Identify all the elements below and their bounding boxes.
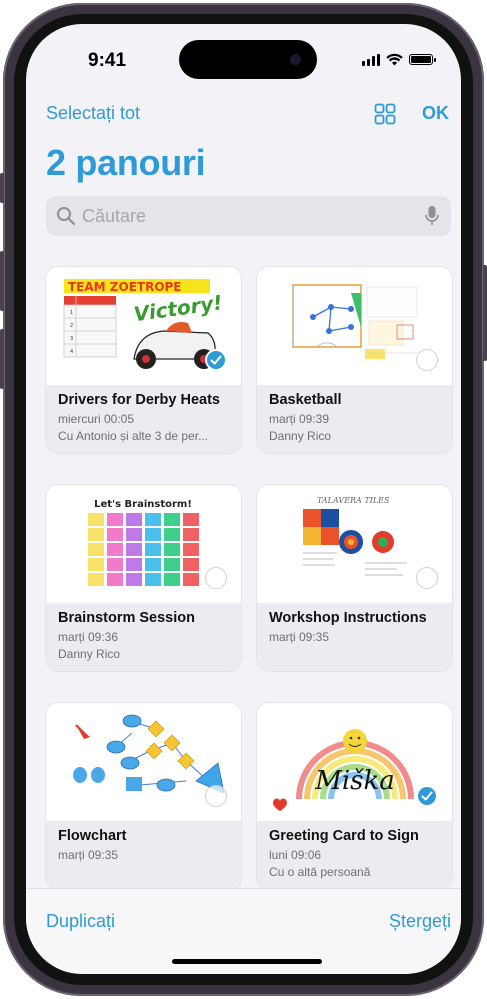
selection-circle-icon[interactable]: [416, 567, 438, 589]
sticky-note: [107, 558, 123, 571]
home-indicator[interactable]: [172, 959, 322, 964]
board-date: marți 09:36: [58, 630, 119, 644]
board-date: marți 09:35: [58, 848, 119, 862]
camera-icon: [290, 54, 301, 65]
board-card[interactable]: Miška Greeting Card to Sign luni 09:06 C…: [257, 703, 452, 889]
board-info: Greeting Card to Sign luni 09:06 Cu o al…: [257, 821, 452, 889]
screen: 9:41 Selectați tot OK 2 panouri Căutare: [26, 24, 461, 974]
selection-circle-icon[interactable]: [205, 567, 227, 589]
board-card[interactable]: TEAM ZOETROPE 1 2 3 4 Victory! Drivers f…: [46, 267, 241, 453]
sticky-note: [145, 573, 161, 586]
selection-circle-icon[interactable]: [416, 349, 438, 371]
thumb-heading: TALAVERA TILES: [317, 496, 390, 505]
sticky-note: [164, 543, 180, 556]
board-info: Brainstorm Session marți 09:36 Danny Ric…: [46, 603, 241, 671]
sticky-note: [107, 543, 123, 556]
volume-up-button: [0, 251, 4, 311]
board-info: Workshop Instructions marți 09:35: [257, 603, 452, 671]
search-icon: [57, 207, 76, 226]
sticky-note: [126, 558, 142, 571]
page-title: 2 panouri: [46, 142, 206, 183]
svg-text:2: 2: [70, 323, 73, 329]
sticky-note: [126, 528, 142, 541]
cellular-signal-icon: [362, 53, 380, 66]
sticky-note: [145, 513, 161, 526]
sticky-note: [183, 528, 199, 541]
board-shared: Danny Rico: [269, 429, 332, 443]
svg-text:3: 3: [70, 336, 73, 342]
search-placeholder: Căutare: [82, 206, 147, 226]
sticky-note: [88, 543, 104, 556]
search-field[interactable]: Căutare: [46, 196, 451, 236]
volume-down-button: [0, 329, 4, 389]
board-shared: Danny Rico: [58, 647, 121, 661]
board-info: Drivers for Derby Heats miercuri 00:05 C…: [46, 385, 241, 453]
sticky-note: [145, 558, 161, 571]
status-time: 9:41: [88, 50, 127, 71]
sticky-note: [107, 573, 123, 586]
sticky-note: [126, 513, 142, 526]
board-title: Workshop Instructions: [269, 610, 427, 626]
sticky-note: [88, 573, 104, 586]
selected-check-icon[interactable]: [205, 349, 227, 371]
board-card[interactable]: Let's Brainstorm! Brainstorm Session mar…: [46, 485, 241, 671]
sticky-note: [126, 543, 142, 556]
dynamic-island: [179, 40, 317, 79]
board-date: miercuri 00:05: [58, 412, 135, 426]
delete-button[interactable]: Ștergeți: [389, 911, 451, 932]
wifi-icon: [386, 53, 403, 66]
sticky-note: [145, 543, 161, 556]
selected-check-icon[interactable]: [416, 785, 438, 807]
sticky-note: [183, 573, 199, 586]
board-title: Drivers for Derby Heats: [58, 392, 220, 408]
board-title: Greeting Card to Sign: [269, 828, 419, 844]
sticky-note: [88, 528, 104, 541]
board-info: Basketball marți 09:39 Danny Rico: [257, 385, 452, 453]
board-shared: Cu o altă persoană: [269, 865, 371, 879]
sticky-note: [164, 573, 180, 586]
sticky-note: [88, 513, 104, 526]
microphone-icon[interactable]: [425, 205, 439, 227]
sticky-note: [183, 513, 199, 526]
sticky-note: [107, 513, 123, 526]
svg-text:1: 1: [70, 310, 73, 316]
sticky-note: [164, 558, 180, 571]
thumb-banner-text: TEAM ZOETROPE: [68, 280, 182, 294]
board-title: Brainstorm Session: [58, 610, 195, 626]
thumb-script-text: Miška: [314, 766, 395, 796]
thumb-heading: Let's Brainstorm!: [94, 499, 192, 510]
grid-view-icon[interactable]: [374, 103, 396, 125]
sticky-note: [145, 528, 161, 541]
sticky-note: [183, 543, 199, 556]
select-all-button[interactable]: Selectați tot: [46, 103, 140, 124]
selection-circle-icon[interactable]: [205, 785, 227, 807]
sticky-note: [88, 558, 104, 571]
board-info: Flowchart marți 09:35: [46, 821, 241, 889]
thumb-headline-text: Victory!: [132, 290, 224, 326]
board-date: luni 09:06: [269, 848, 322, 862]
board-date: marți 09:35: [269, 630, 330, 644]
board-card[interactable]: Flowchart marți 09:35: [46, 703, 241, 889]
board-date: marți 09:39: [269, 412, 330, 426]
sticky-note: [126, 573, 142, 586]
board-card[interactable]: TALAVERA TILES Workshop Instructions mar…: [257, 485, 452, 671]
battery-icon: [409, 54, 436, 65]
sticky-note: [164, 528, 180, 541]
sticky-note: [164, 513, 180, 526]
duplicate-button[interactable]: Duplicați: [46, 911, 115, 932]
board-card[interactable]: Basketball marți 09:39 Danny Rico: [257, 267, 452, 453]
sticky-note: [107, 528, 123, 541]
done-button[interactable]: OK: [422, 103, 449, 124]
board-shared: Cu Antonio și alte 3 de per...: [58, 429, 209, 443]
svg-text:4: 4: [70, 349, 73, 355]
silent-switch: [0, 173, 4, 203]
power-button: [483, 265, 487, 361]
board-title: Flowchart: [58, 828, 127, 844]
sticky-note: [183, 558, 199, 571]
board-title: Basketball: [269, 392, 342, 408]
status-icons: [362, 53, 436, 66]
